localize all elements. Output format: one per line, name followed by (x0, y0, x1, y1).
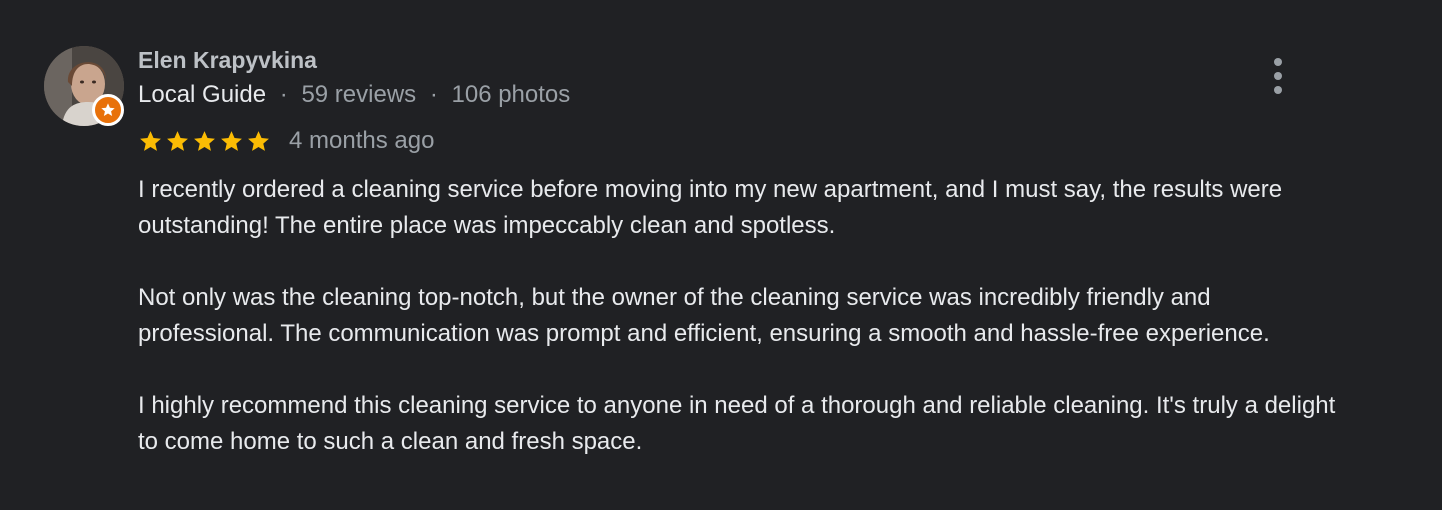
review-paragraph: Not only was the cleaning top-notch, but… (138, 284, 1270, 347)
review-paragraph: I highly recommend this cleaning service… (138, 392, 1336, 455)
more-vert-icon-dot (1274, 58, 1282, 66)
author-meta: Local Guide · 59 reviews · 106 photos (138, 81, 570, 109)
meta-separator: · (429, 81, 438, 108)
rating-row: 4 months ago (138, 126, 434, 156)
review-paragraph: I recently ordered a cleaning service be… (138, 176, 1283, 239)
star-icon (221, 130, 242, 151)
more-vert-icon-dot (1274, 72, 1282, 80)
reviews-count: 59 reviews (301, 81, 417, 108)
local-guide-badge (92, 94, 124, 126)
meta-separator: · (279, 81, 288, 108)
star-icon (140, 130, 161, 151)
photos-count: 106 photos (451, 81, 571, 108)
local-guide-label: Local Guide (138, 81, 267, 108)
more-options-button[interactable] (1262, 55, 1294, 97)
review-time: 4 months ago (289, 127, 435, 154)
star-icon (194, 130, 215, 151)
review-card: Elen Krapyvkina Local Guide · 59 reviews… (0, 0, 1442, 510)
star-icon (248, 130, 269, 151)
star-rating (138, 129, 271, 154)
author-name[interactable]: Elen Krapyvkina (138, 47, 317, 74)
review-text: I recently ordered a cleaning service be… (138, 172, 1338, 496)
more-vert-icon-dot (1274, 86, 1282, 94)
local-guide-star-icon (101, 103, 115, 116)
star-icon (167, 130, 188, 151)
